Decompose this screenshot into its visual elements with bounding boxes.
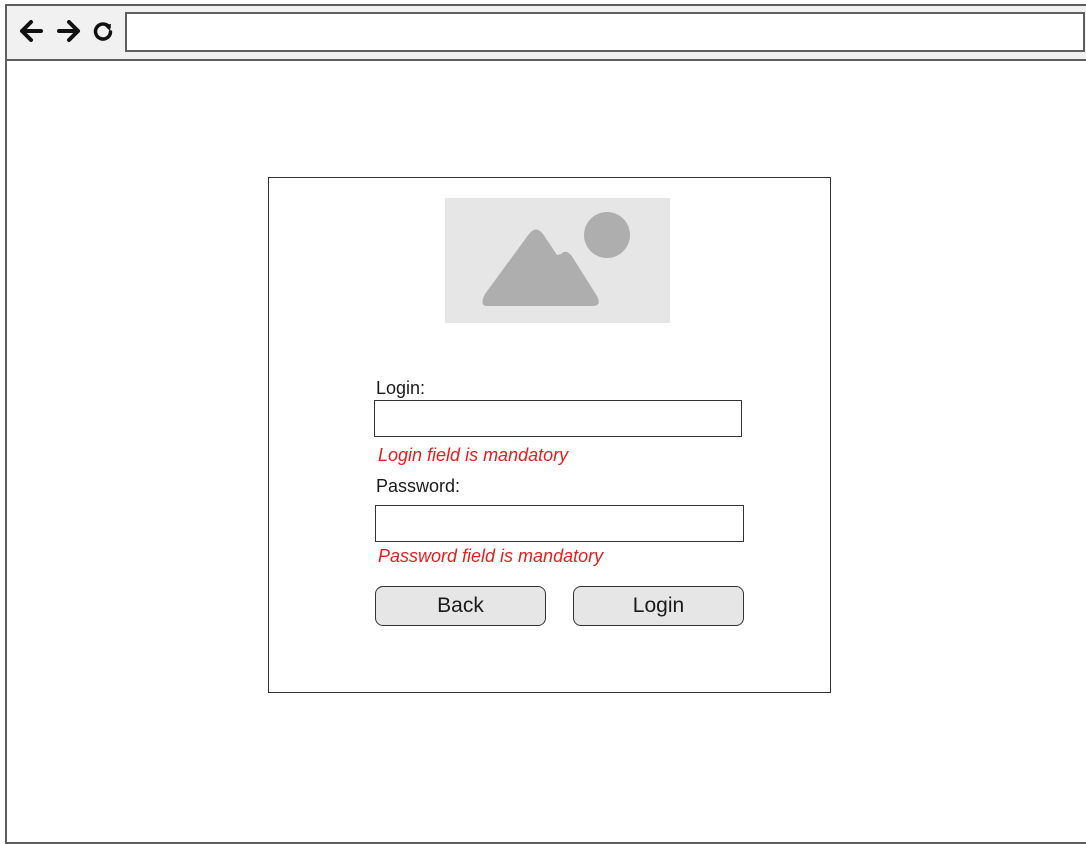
login-label: Login: — [376, 378, 426, 398]
image-placeholder-icon — [445, 198, 670, 323]
password-error-message: Password field is mandatory — [378, 546, 604, 566]
back-arrow-icon[interactable] — [19, 16, 45, 46]
back-button[interactable]: Back — [375, 586, 546, 626]
password-input[interactable] — [375, 505, 744, 542]
forward-arrow-icon[interactable] — [55, 16, 81, 46]
login-card: Login: Login field is mandatory Password… — [268, 177, 831, 693]
password-label: Password: — [376, 476, 461, 496]
login-error-message: Login field is mandatory — [378, 445, 569, 465]
browser-toolbar — [7, 6, 1086, 61]
login-button[interactable]: Login — [573, 586, 744, 626]
reload-icon[interactable] — [90, 16, 116, 46]
address-bar[interactable] — [125, 12, 1085, 52]
login-input[interactable] — [374, 400, 742, 437]
